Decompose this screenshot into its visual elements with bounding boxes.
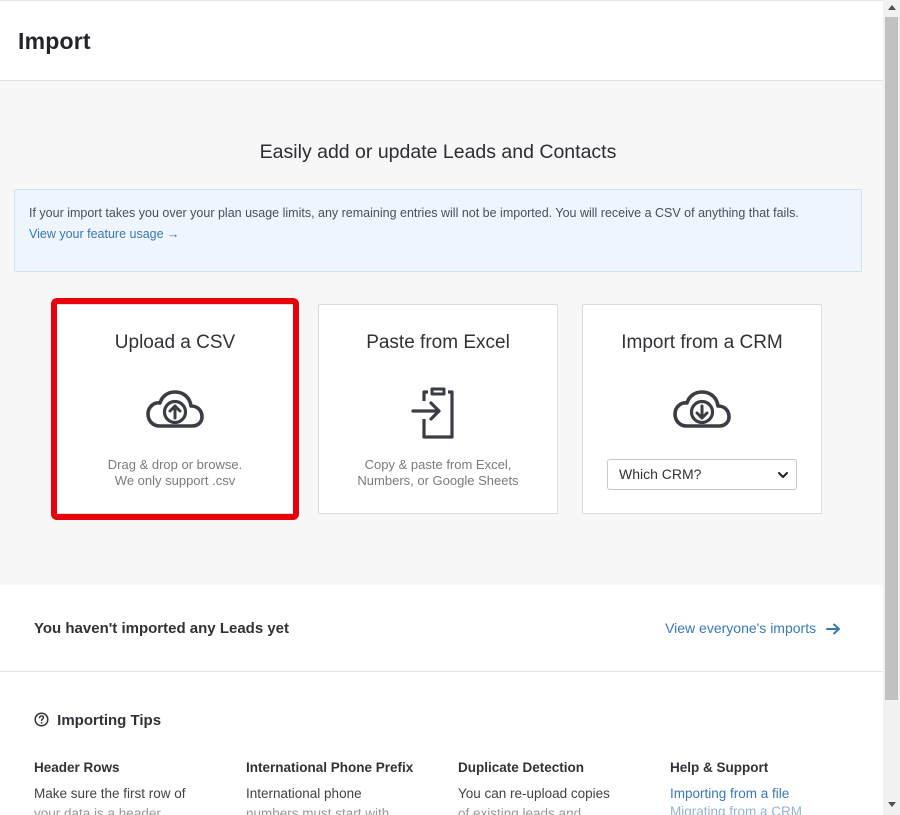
chevron-down-icon [778,472,788,478]
card-description: Copy & paste from Excel, Numbers, or Goo… [319,457,557,489]
question-circle-icon [34,712,49,727]
desc-line-1: Drag & drop or browse. [107,457,243,472]
section-title: Easily add or update Leads and Contacts [259,141,617,163]
vertical-scrollbar[interactable] [883,0,900,815]
view-everyones-imports-link[interactable]: View everyone's imports [665,620,841,636]
desc-line-1: Copy & paste from Excel, [364,457,512,472]
card-title: Paste from Excel [366,332,510,353]
card-description: Drag & drop or browse. We only support .… [56,457,294,489]
tip-heading: Duplicate Detection [458,760,585,775]
migrating-from-crm-link[interactable]: Migrating from a CRM [670,803,860,815]
tip-body-cut: of existing leads and [458,806,582,815]
tips-title: Importing Tips [34,712,161,729]
card-title: Import from a CRM [621,332,783,353]
upload-csv-card[interactable]: Upload a CSV Drag & drop or browse. We o… [55,304,295,514]
tips-title-text: Importing Tips [57,712,162,729]
link-label: View everyone's imports [665,620,817,636]
cloud-download-icon [673,390,731,428]
import-options-section: Easily add or update Leads and Contacts … [0,81,883,585]
tip-help-support: Help & Support Importing from a file Mig… [670,760,860,815]
importing-from-file-link[interactable]: Importing from a file [670,785,860,803]
scroll-down-arrow-icon[interactable] [888,802,896,807]
usage-limit-notice: If your import takes you over your plan … [14,189,862,272]
desc-line-2: We only support .csv [114,473,236,488]
tip-duplicate-detection: Duplicate Detection You can re-upload co… [458,760,648,815]
card-title: Upload a CSV [114,332,236,353]
cloud-upload-icon [146,390,204,428]
crm-select-value: Which CRM? [619,466,702,482]
tip-body-cut: your data is a header [34,806,161,815]
crm-select[interactable]: Which CRM? [607,459,797,490]
tip-heading: Header Rows [34,760,120,775]
import-from-crm-card: Import from a CRM Which CRM? [582,304,822,514]
scroll-up-arrow-icon[interactable] [888,5,896,10]
clipboard-import-icon [411,387,454,439]
page-header: Import [0,0,883,81]
desc-line-2: Numbers, or Google Sheets [357,473,519,488]
tip-header-rows: Header Rows Make sure the first row of y… [34,760,224,815]
arrow-right-icon [826,623,840,635]
tip-international-phone-prefix: International Phone Prefix International… [246,760,436,815]
import-history-row: You haven't imported any Leads yet View … [0,585,883,672]
tip-body-cut: numbers must start with [246,806,390,815]
scrollbar-thumb[interactable] [885,17,898,700]
page-title: Import [18,28,91,54]
tip-body: International phone [246,786,362,801]
tip-heading: Help & Support [670,760,769,775]
notice-text: If your import takes you over your plan … [29,206,799,220]
feature-usage-link[interactable]: View your feature usage → [29,227,180,241]
tip-heading: International Phone Prefix [246,760,414,775]
tip-body: Make sure the first row of [34,786,186,801]
paste-from-excel-card[interactable]: Paste from Excel Copy & paste from Excel… [318,304,558,514]
tip-body: You can re-upload copies [458,786,610,801]
no-imports-message: You haven't imported any Leads yet [34,620,290,637]
import-page: Import Easily add or update Leads and Co… [0,0,883,815]
importing-tips-section: Importing Tips Header Rows Make sure the… [0,672,883,815]
